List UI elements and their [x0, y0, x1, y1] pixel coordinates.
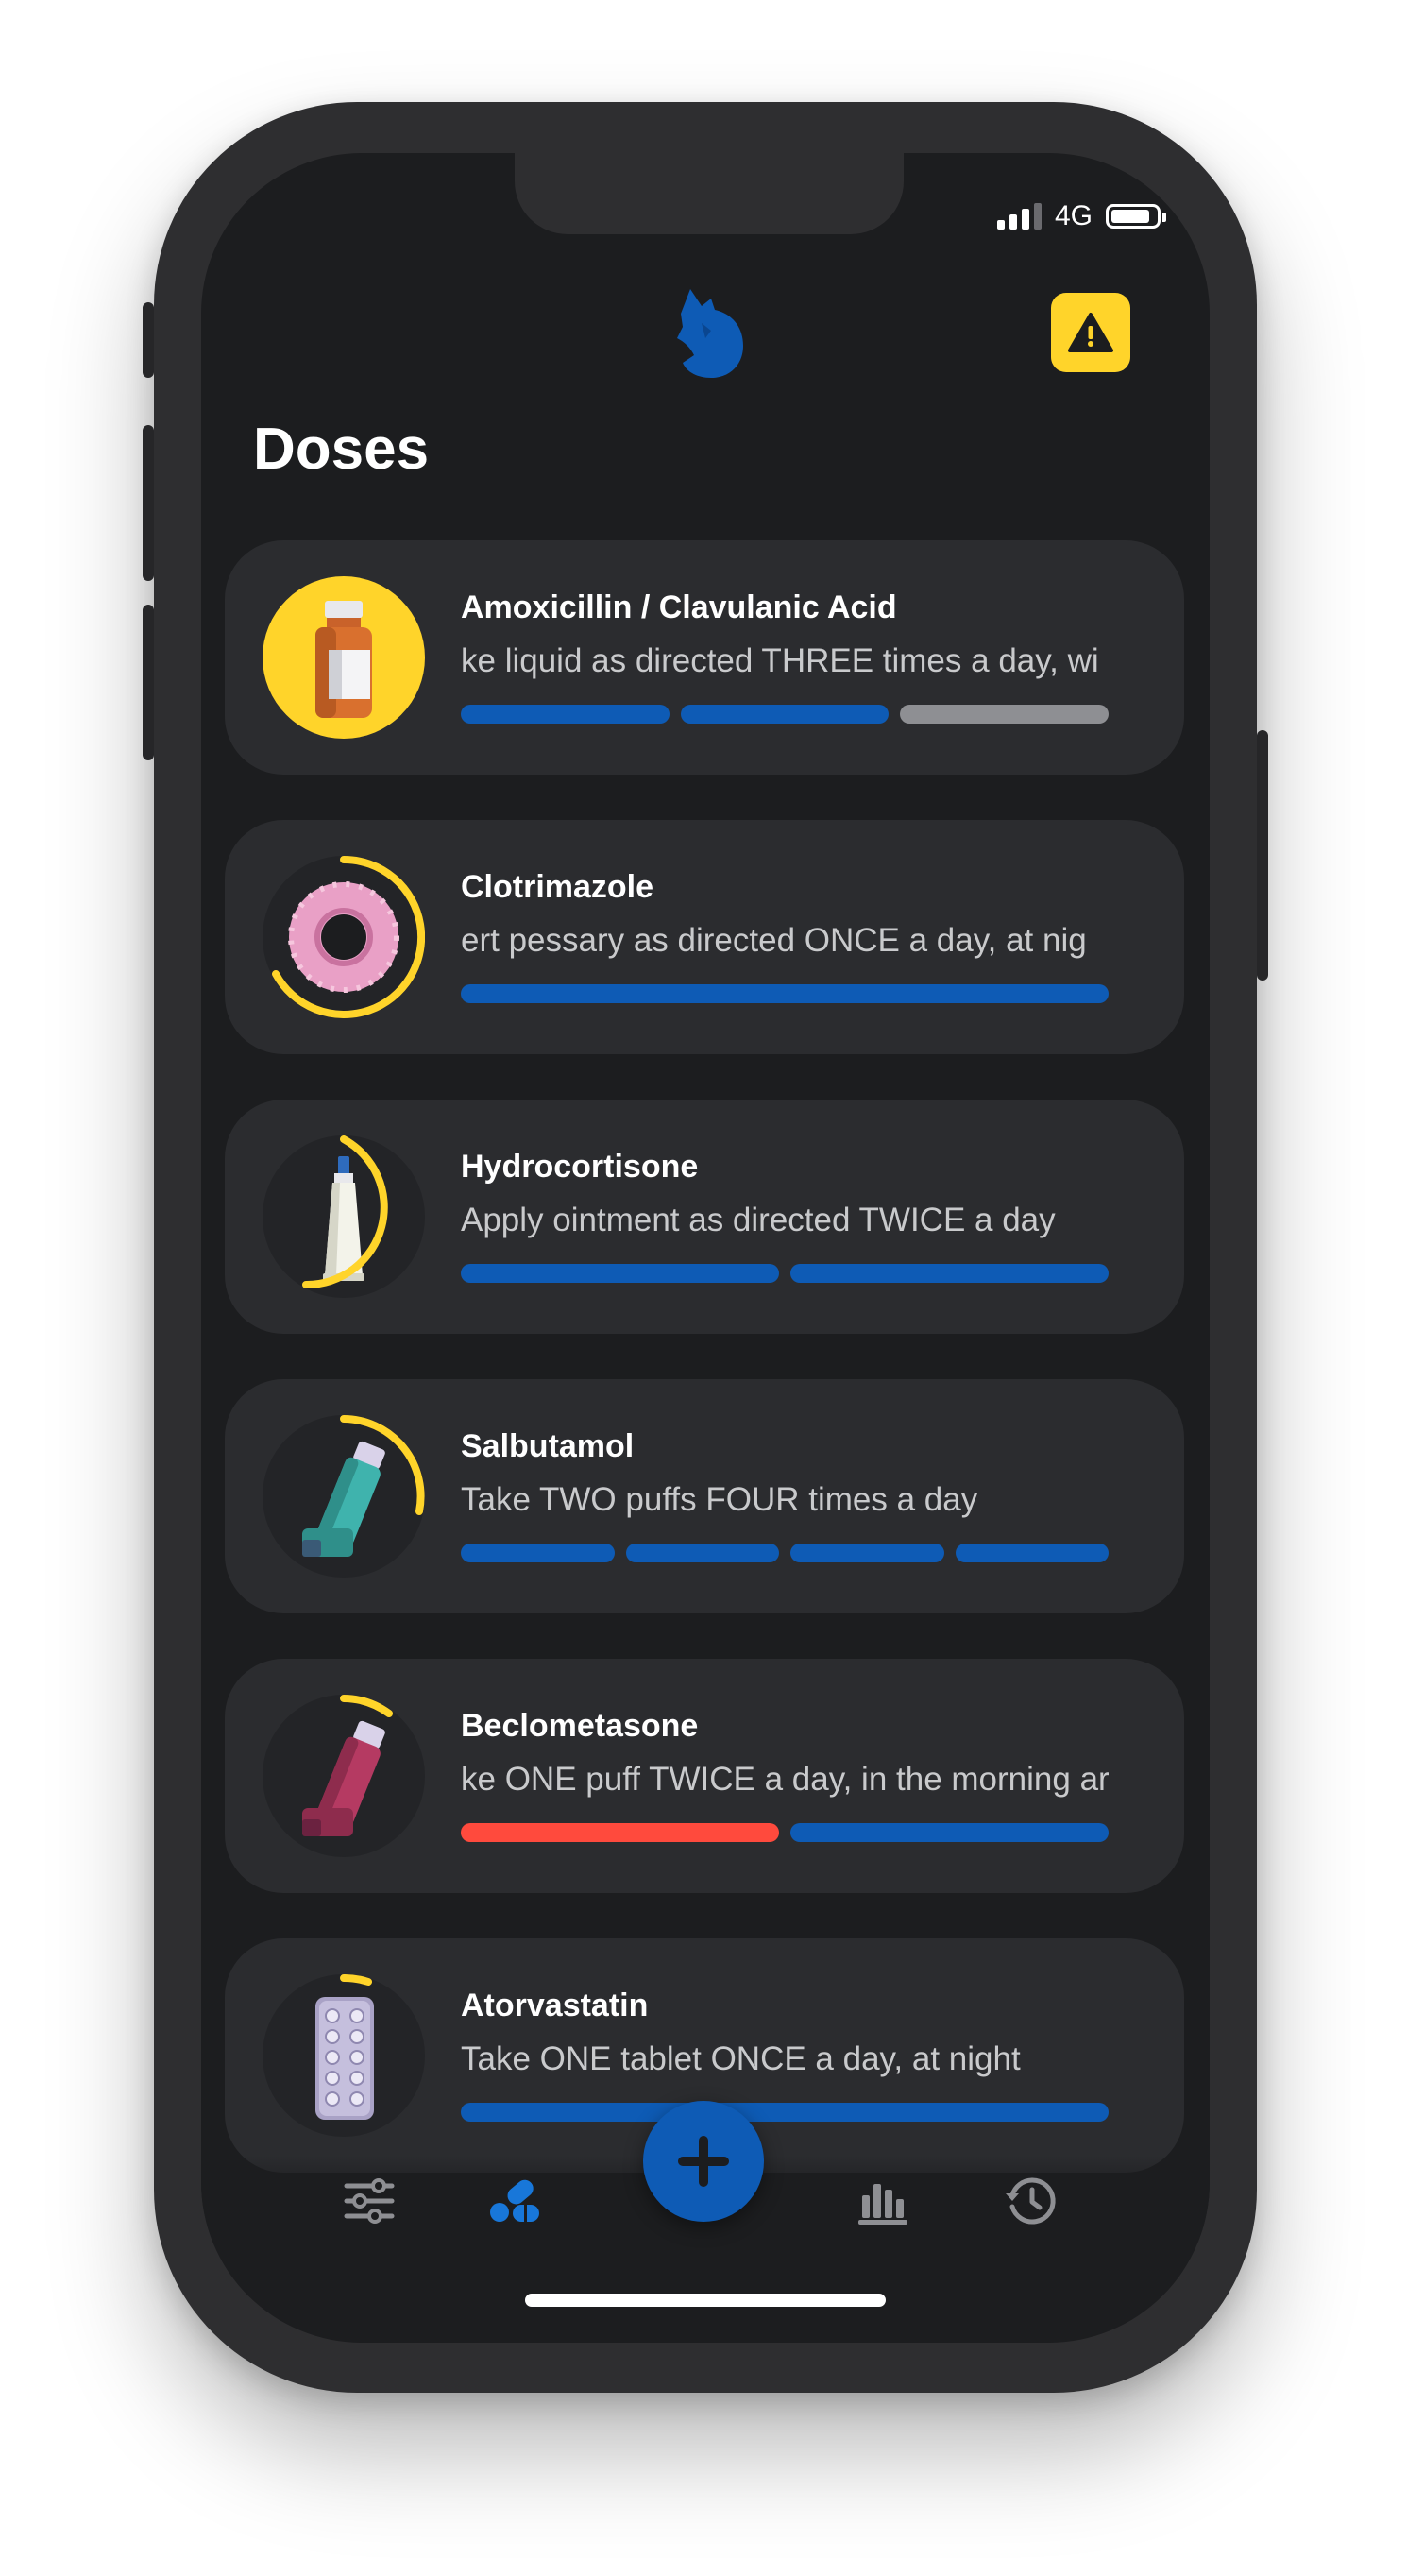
- progress-segment: [790, 1823, 1109, 1842]
- dose-instruction-marquee: Take TWO puffs FOUR times a day: [461, 1481, 1109, 1523]
- warning-icon: [1068, 313, 1113, 352]
- dose-card[interactable]: Hydrocortisone Apply ointment as directe…: [225, 1100, 1184, 1334]
- dose-instruction: Take ONE tablet ONCE a day, at night: [461, 2040, 1021, 2077]
- alert-button[interactable]: [1051, 293, 1130, 372]
- pills-icon[interactable]: [486, 2173, 543, 2229]
- phone-frame: 4G Doses Amoxicillin / Clavulanic Acid k…: [143, 102, 1268, 2393]
- dose-progress: [461, 2103, 1109, 2122]
- settings-sliders-icon[interactable]: [341, 2173, 398, 2229]
- dose-name: Hydrocortisone: [461, 1149, 699, 1185]
- plus-icon: [678, 2136, 729, 2187]
- app-screen: 4G Doses Amoxicillin / Clavulanic Acid k…: [201, 153, 1210, 2343]
- dose-instruction: ke ONE puff TWICE a day, in the morning …: [461, 1761, 1109, 1798]
- schedule-ring: [340, 1974, 372, 1986]
- progress-segment: [900, 705, 1110, 724]
- progress-segment: [461, 2103, 1109, 2122]
- progress-segment: [955, 1544, 1109, 1562]
- progress-segment: [625, 1544, 779, 1562]
- notch: [515, 153, 904, 234]
- progress-segment: [790, 1264, 1109, 1283]
- dose-avatar: [263, 1135, 425, 1298]
- dose-card[interactable]: Amoxicillin / Clavulanic Acid ke liquid …: [225, 540, 1184, 775]
- status-bar: 4G: [996, 200, 1166, 232]
- battery-icon: [1106, 204, 1166, 229]
- dose-card[interactable]: Beclometasone ke ONE puff TWICE a day, i…: [225, 1659, 1184, 1893]
- dose-progress: [461, 1264, 1109, 1283]
- dose-avatar: [263, 856, 425, 1018]
- history-icon[interactable]: [1004, 2173, 1060, 2229]
- progress-segment: [461, 705, 670, 724]
- dose-instruction: ert pessary as directed ONCE a day, at n…: [461, 922, 1087, 959]
- dose-instruction: ke liquid as directed THREE times a day,…: [461, 642, 1099, 679]
- schedule-ring: [340, 1695, 393, 1717]
- add-dose-button[interactable]: [643, 2101, 764, 2222]
- app-logo-icon: [677, 289, 743, 378]
- dose-instruction-marquee: ert pessary as directed ONCE a day, at n…: [461, 922, 1109, 964]
- volume-down-button: [143, 605, 154, 760]
- dose-instruction-marquee: ke ONE puff TWICE a day, in the morning …: [461, 1761, 1109, 1802]
- mute-switch: [143, 302, 154, 378]
- dose-name: Beclometasone: [461, 1708, 699, 1744]
- schedule-ring: [340, 1415, 425, 1515]
- dose-instruction-marquee: Apply ointment as directed TWICE a day: [461, 1202, 1109, 1243]
- progress-segment: [461, 1823, 779, 1842]
- dose-progress: [461, 1823, 1109, 1842]
- dose-progress: [461, 705, 1110, 724]
- dose-card[interactable]: Salbutamol Take TWO puffs FOUR times a d…: [225, 1379, 1184, 1613]
- progress-segment: [461, 1264, 779, 1283]
- medicine-bottle-icon: [315, 601, 372, 718]
- dose-progress: [461, 1544, 1109, 1562]
- dose-avatar: [263, 1695, 425, 1857]
- page-title: Doses: [253, 417, 430, 482]
- dose-instruction-marquee: Take ONE tablet ONCE a day, at night: [461, 2040, 1109, 2082]
- dose-name: Amoxicillin / Clavulanic Acid: [461, 589, 897, 625]
- power-button: [1257, 730, 1268, 981]
- schedule-ring: [302, 1135, 388, 1289]
- dose-card[interactable]: Clotrimazole ert pessary as directed ONC…: [225, 820, 1184, 1054]
- dose-avatar: [263, 1974, 425, 2137]
- dose-name: Atorvastatin: [461, 1987, 649, 2023]
- progress-segment: [461, 1544, 615, 1562]
- schedule-ring: [272, 856, 425, 1018]
- dose-avatar: [263, 576, 425, 739]
- signal-icon: [996, 203, 1042, 230]
- progress-segment: [790, 1544, 944, 1562]
- progress-segment: [461, 984, 1109, 1003]
- dose-instruction-marquee: ke liquid as directed THREE times a day,…: [461, 642, 1109, 684]
- dose-avatar: [263, 1415, 425, 1578]
- network-label: 4G: [1054, 200, 1093, 231]
- stats-chart-icon[interactable]: [855, 2173, 911, 2229]
- dose-instruction: Take TWO puffs FOUR times a day: [461, 1481, 978, 1518]
- dose-name: Clotrimazole: [461, 869, 654, 905]
- progress-segment: [680, 705, 890, 724]
- volume-up-button: [143, 425, 154, 581]
- home-indicator: [525, 2294, 886, 2307]
- dose-progress: [461, 984, 1109, 1003]
- dose-instruction: Apply ointment as directed TWICE a day: [461, 1202, 1056, 1238]
- dose-name: Salbutamol: [461, 1428, 635, 1464]
